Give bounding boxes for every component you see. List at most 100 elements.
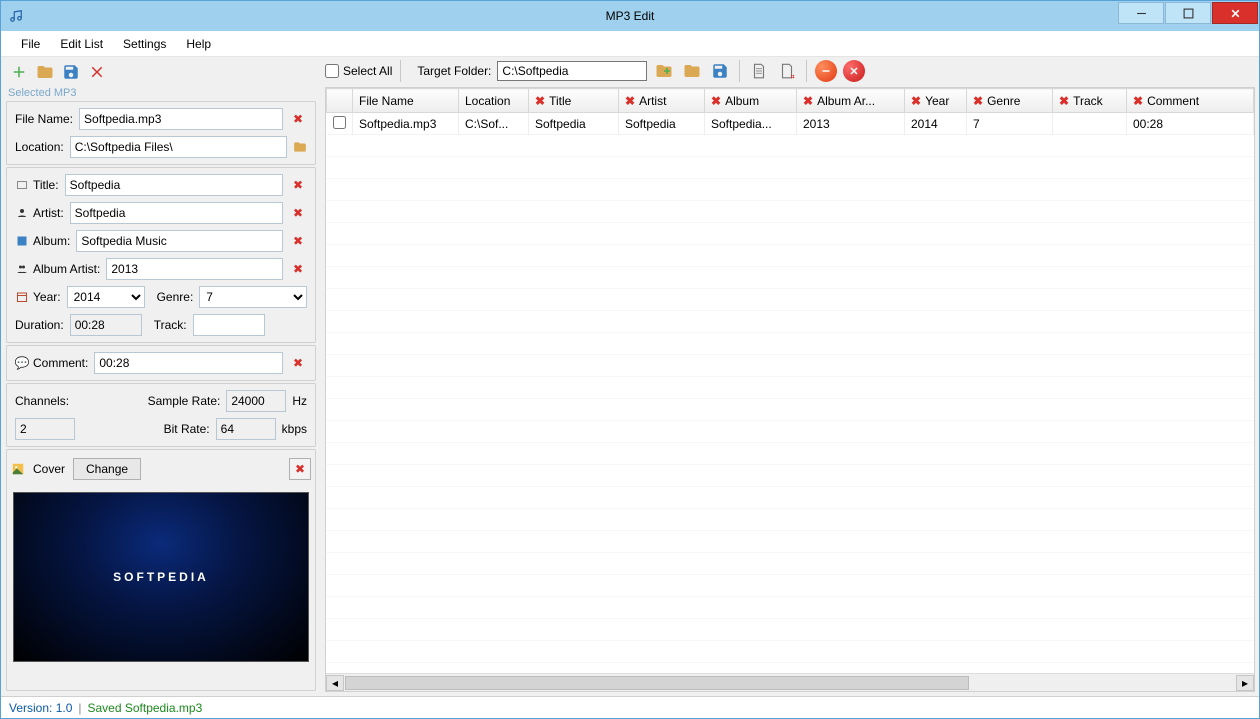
save-icon[interactable]	[60, 61, 82, 83]
table-empty-area	[326, 135, 1254, 673]
delete-icon[interactable]	[86, 61, 108, 83]
comment-icon: 💬	[15, 356, 29, 370]
bit-rate-label: Bit Rate:	[81, 422, 210, 436]
th-year[interactable]: ✖Year	[905, 89, 967, 113]
close-button[interactable]	[1212, 2, 1258, 24]
cover-label: Cover	[33, 462, 65, 476]
cell-track[interactable]	[1053, 113, 1127, 135]
remove-entry-icon[interactable]	[815, 60, 837, 82]
year-icon	[15, 290, 29, 304]
sample-rate-label: Sample Rate:	[91, 394, 220, 408]
genre-label: Genre:	[157, 290, 194, 304]
th-location[interactable]: Location	[459, 89, 529, 113]
cell-file-name[interactable]: Softpedia.mp3	[353, 113, 459, 135]
file-name-input[interactable]	[79, 108, 283, 130]
cell-year[interactable]: 2014	[905, 113, 967, 135]
album-icon	[15, 234, 29, 248]
artist-icon	[15, 206, 29, 220]
kbps-label: kbps	[282, 422, 307, 436]
duration-label: Duration:	[15, 318, 64, 332]
cover-art-text: SOFTPEDIA	[113, 570, 209, 584]
album-label: Album:	[33, 234, 70, 248]
status-saved: Saved Softpedia.mp3	[88, 701, 203, 715]
genre-select[interactable]: 7	[199, 286, 307, 308]
year-label: Year:	[33, 290, 61, 304]
title-icon	[15, 178, 29, 192]
artist-label: Artist:	[33, 206, 64, 220]
year-select[interactable]: 2014	[67, 286, 145, 308]
comment-input[interactable]	[94, 352, 283, 374]
app-icon	[9, 9, 23, 23]
menu-edit-list[interactable]: Edit List	[50, 33, 113, 55]
th-artist[interactable]: ✖Artist	[619, 89, 705, 113]
table-row[interactable]: Softpedia.mp3 C:\Sof... Softpedia Softpe…	[327, 113, 1254, 135]
channels-label: Channels:	[15, 394, 85, 408]
cell-artist[interactable]: Softpedia	[619, 113, 705, 135]
clear-album-icon[interactable]: ✖	[289, 232, 307, 250]
row-checkbox[interactable]	[333, 116, 346, 129]
save-list-icon[interactable]	[709, 60, 731, 82]
document-delete-icon[interactable]	[776, 60, 798, 82]
title-input[interactable]	[65, 174, 283, 196]
menu-file[interactable]: File	[11, 33, 50, 55]
scroll-right-arrow[interactable]: ▸	[1236, 675, 1254, 691]
cell-genre[interactable]: 7	[967, 113, 1053, 135]
clear-artist-icon[interactable]: ✖	[289, 204, 307, 222]
cell-album-artist[interactable]: 2013	[797, 113, 905, 135]
file-name-label: File Name:	[15, 112, 73, 126]
open-folder-icon[interactable]	[34, 61, 56, 83]
target-folder-input[interactable]	[497, 61, 647, 81]
scroll-left-arrow[interactable]: ◂	[326, 675, 344, 691]
maximize-button[interactable]	[1165, 2, 1211, 24]
status-version: Version: 1.0	[9, 701, 72, 715]
minimize-button[interactable]	[1118, 2, 1164, 24]
th-comment[interactable]: ✖Comment	[1127, 89, 1254, 113]
file-table: File Name Location ✖Title ✖Artist ✖Album…	[326, 88, 1254, 135]
cover-icon	[11, 462, 25, 476]
th-file-name[interactable]: File Name	[353, 89, 459, 113]
scroll-thumb[interactable]	[345, 676, 969, 690]
menu-help[interactable]: Help	[176, 33, 221, 55]
sample-rate-input	[226, 390, 286, 412]
th-checkbox[interactable]	[327, 89, 353, 113]
horizontal-scrollbar[interactable]: ◂ ▸	[326, 673, 1254, 691]
target-folder-label: Target Folder:	[417, 64, 491, 78]
bit-rate-input	[216, 418, 276, 440]
menubar: File Edit List Settings Help	[1, 31, 1259, 57]
browse-location-icon[interactable]	[293, 140, 307, 154]
hz-label: Hz	[292, 394, 307, 408]
th-genre[interactable]: ✖Genre	[967, 89, 1053, 113]
th-album[interactable]: ✖Album	[705, 89, 797, 113]
album-input[interactable]	[76, 230, 283, 252]
add-icon[interactable]	[8, 61, 30, 83]
cover-art: SOFTPEDIA	[13, 492, 309, 662]
clear-album-artist-icon[interactable]: ✖	[289, 260, 307, 278]
cell-location[interactable]: C:\Sof...	[459, 113, 529, 135]
open-target-icon[interactable]	[681, 60, 703, 82]
change-cover-button[interactable]: Change	[73, 458, 141, 480]
clear-comment-icon[interactable]: ✖	[289, 354, 307, 372]
comment-label: Comment:	[33, 356, 88, 370]
location-input[interactable]	[70, 136, 287, 158]
clear-title-icon[interactable]: ✖	[289, 176, 307, 194]
status-bar: Version: 1.0 | Saved Softpedia.mp3	[1, 696, 1259, 718]
document-icon[interactable]	[748, 60, 770, 82]
clear-cover-icon[interactable]: ✖	[289, 458, 311, 480]
th-track[interactable]: ✖Track	[1053, 89, 1127, 113]
cell-comment[interactable]: 00:28	[1127, 113, 1254, 135]
duration-input	[70, 314, 142, 336]
artist-input[interactable]	[70, 202, 283, 224]
cell-album[interactable]: Softpedia...	[705, 113, 797, 135]
clear-all-icon[interactable]	[843, 60, 865, 82]
th-album-artist[interactable]: ✖Album Ar...	[797, 89, 905, 113]
clear-file-name-icon[interactable]: ✖	[289, 110, 307, 128]
track-input[interactable]	[193, 314, 265, 336]
add-folder-icon[interactable]	[653, 60, 675, 82]
th-title[interactable]: ✖Title	[529, 89, 619, 113]
selected-group-label: Selected MP3	[6, 87, 316, 99]
cell-title[interactable]: Softpedia	[529, 113, 619, 135]
menu-settings[interactable]: Settings	[113, 33, 176, 55]
album-artist-input[interactable]	[106, 258, 283, 280]
select-all-checkbox[interactable]: Select All	[325, 64, 392, 78]
select-all-label: Select All	[343, 64, 392, 78]
